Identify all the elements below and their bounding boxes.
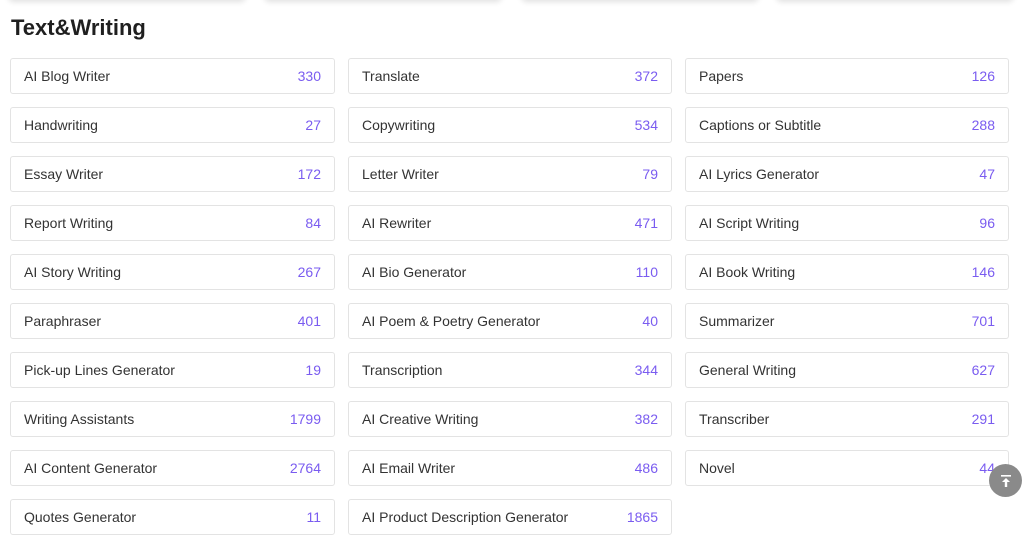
category-item[interactable]: Transcription 344 (348, 352, 672, 388)
category-label: AI Rewriter (362, 215, 432, 231)
category-label: Writing Assistants (24, 411, 135, 427)
category-count: 40 (642, 313, 658, 329)
category-count: 79 (642, 166, 658, 182)
category-label: Transcription (362, 362, 443, 378)
category-label: AI Blog Writer (24, 68, 111, 84)
category-label: General Writing (699, 362, 797, 378)
category-label: Novel (699, 460, 735, 476)
category-label: AI Creative Writing (362, 411, 479, 427)
category-label: Transcriber (699, 411, 770, 427)
category-label: Copywriting (362, 117, 436, 133)
category-item[interactable]: Report Writing 84 (10, 205, 335, 241)
category-count: 401 (297, 313, 321, 329)
back-to-top-button[interactable] (989, 464, 1022, 497)
category-item[interactable]: AI Bio Generator 110 (348, 254, 672, 290)
category-item[interactable]: AI Content Generator 2764 (10, 450, 335, 486)
category-label: AI Book Writing (699, 264, 796, 280)
category-item[interactable]: AI Story Writing 267 (10, 254, 335, 290)
category-count: 344 (634, 362, 658, 378)
category-count: 146 (971, 264, 995, 280)
category-label: Captions or Subtitle (699, 117, 822, 133)
category-count: 627 (971, 362, 995, 378)
category-count: 372 (634, 68, 658, 84)
category-label: Papers (699, 68, 744, 84)
category-label: AI Story Writing (24, 264, 121, 280)
category-item[interactable]: AI Lyrics Generator 47 (685, 156, 1009, 192)
category-item[interactable]: AI Poem & Poetry Generator 40 (348, 303, 672, 339)
category-item[interactable]: Copywriting 534 (348, 107, 672, 143)
category-grid: AI Blog Writer 330 Translate 372 Papers 126 Ha… (10, 58, 1009, 535)
category-count: 96 (979, 215, 995, 231)
category-item[interactable]: AI Book Writing 146 (685, 254, 1009, 290)
category-count: 330 (297, 68, 321, 84)
category-item[interactable]: Essay Writer 172 (10, 156, 335, 192)
category-label: Handwriting (24, 117, 98, 133)
category-label: AI Poem & Poetry Generator (362, 313, 541, 329)
category-item[interactable]: Transcriber 291 (685, 401, 1009, 437)
category-label: AI Email Writer (362, 460, 456, 476)
category-count: 701 (971, 313, 995, 329)
category-item[interactable]: Pick-up Lines Generator 19 (10, 352, 335, 388)
category-item[interactable]: AI Email Writer 486 (348, 450, 672, 486)
category-item[interactable]: AI Rewriter 471 (348, 205, 672, 241)
category-label: Quotes Generator (24, 509, 137, 525)
category-item[interactable]: AI Blog Writer 330 (10, 58, 335, 94)
arrow-up-to-line-icon (1000, 474, 1011, 487)
category-count: 1865 (626, 509, 658, 525)
category-label: Report Writing (24, 215, 114, 231)
category-item[interactable]: Translate 372 (348, 58, 672, 94)
category-item[interactable]: Quotes Generator 11 (10, 499, 335, 535)
category-count: 11 (306, 509, 321, 525)
category-label: Paraphraser (24, 313, 102, 329)
category-count: 19 (305, 362, 321, 378)
category-count: 172 (297, 166, 321, 182)
category-count: 2764 (289, 460, 321, 476)
category-count: 534 (634, 117, 658, 133)
category-count: 288 (971, 117, 995, 133)
category-label: AI Content Generator (24, 460, 158, 476)
section-title: Text&Writing (11, 15, 146, 40)
category-label: AI Script Writing (699, 215, 800, 231)
category-item[interactable]: Paraphraser 401 (10, 303, 335, 339)
category-label: AI Lyrics Generator (699, 166, 820, 182)
category-count: 291 (971, 411, 995, 427)
category-item[interactable]: General Writing 627 (685, 352, 1009, 388)
category-item[interactable]: Summarizer 701 (685, 303, 1009, 339)
category-count: 1799 (289, 411, 321, 427)
category-item[interactable]: Captions or Subtitle 288 (685, 107, 1009, 143)
category-item[interactable]: Writing Assistants 1799 (10, 401, 335, 437)
category-count: 382 (634, 411, 658, 427)
category-item[interactable]: AI Creative Writing 382 (348, 401, 672, 437)
category-item[interactable]: AI Script Writing 96 (685, 205, 1009, 241)
category-label: Letter Writer (362, 166, 439, 182)
category-item[interactable]: Novel 44 (685, 450, 1009, 486)
category-count: 27 (305, 117, 321, 133)
category-count: 110 (635, 264, 658, 280)
category-label: Summarizer (699, 313, 775, 329)
category-label: AI Bio Generator (362, 264, 467, 280)
category-count: 471 (634, 215, 658, 231)
category-label: Pick-up Lines Generator (24, 362, 175, 378)
category-item[interactable]: Handwriting 27 (10, 107, 335, 143)
category-count: 126 (971, 68, 995, 84)
category-label: Essay Writer (24, 166, 104, 182)
category-item[interactable]: Papers 126 (685, 58, 1009, 94)
category-item[interactable]: AI Product Description Generator 1865 (348, 499, 672, 535)
category-count: 47 (979, 166, 995, 182)
category-label: Translate (362, 68, 420, 84)
category-item[interactable]: Letter Writer 79 (348, 156, 672, 192)
category-count: 267 (297, 264, 321, 280)
category-count: 84 (305, 215, 321, 231)
category-count: 486 (634, 460, 658, 476)
category-label: AI Product Description Generator (362, 509, 569, 525)
